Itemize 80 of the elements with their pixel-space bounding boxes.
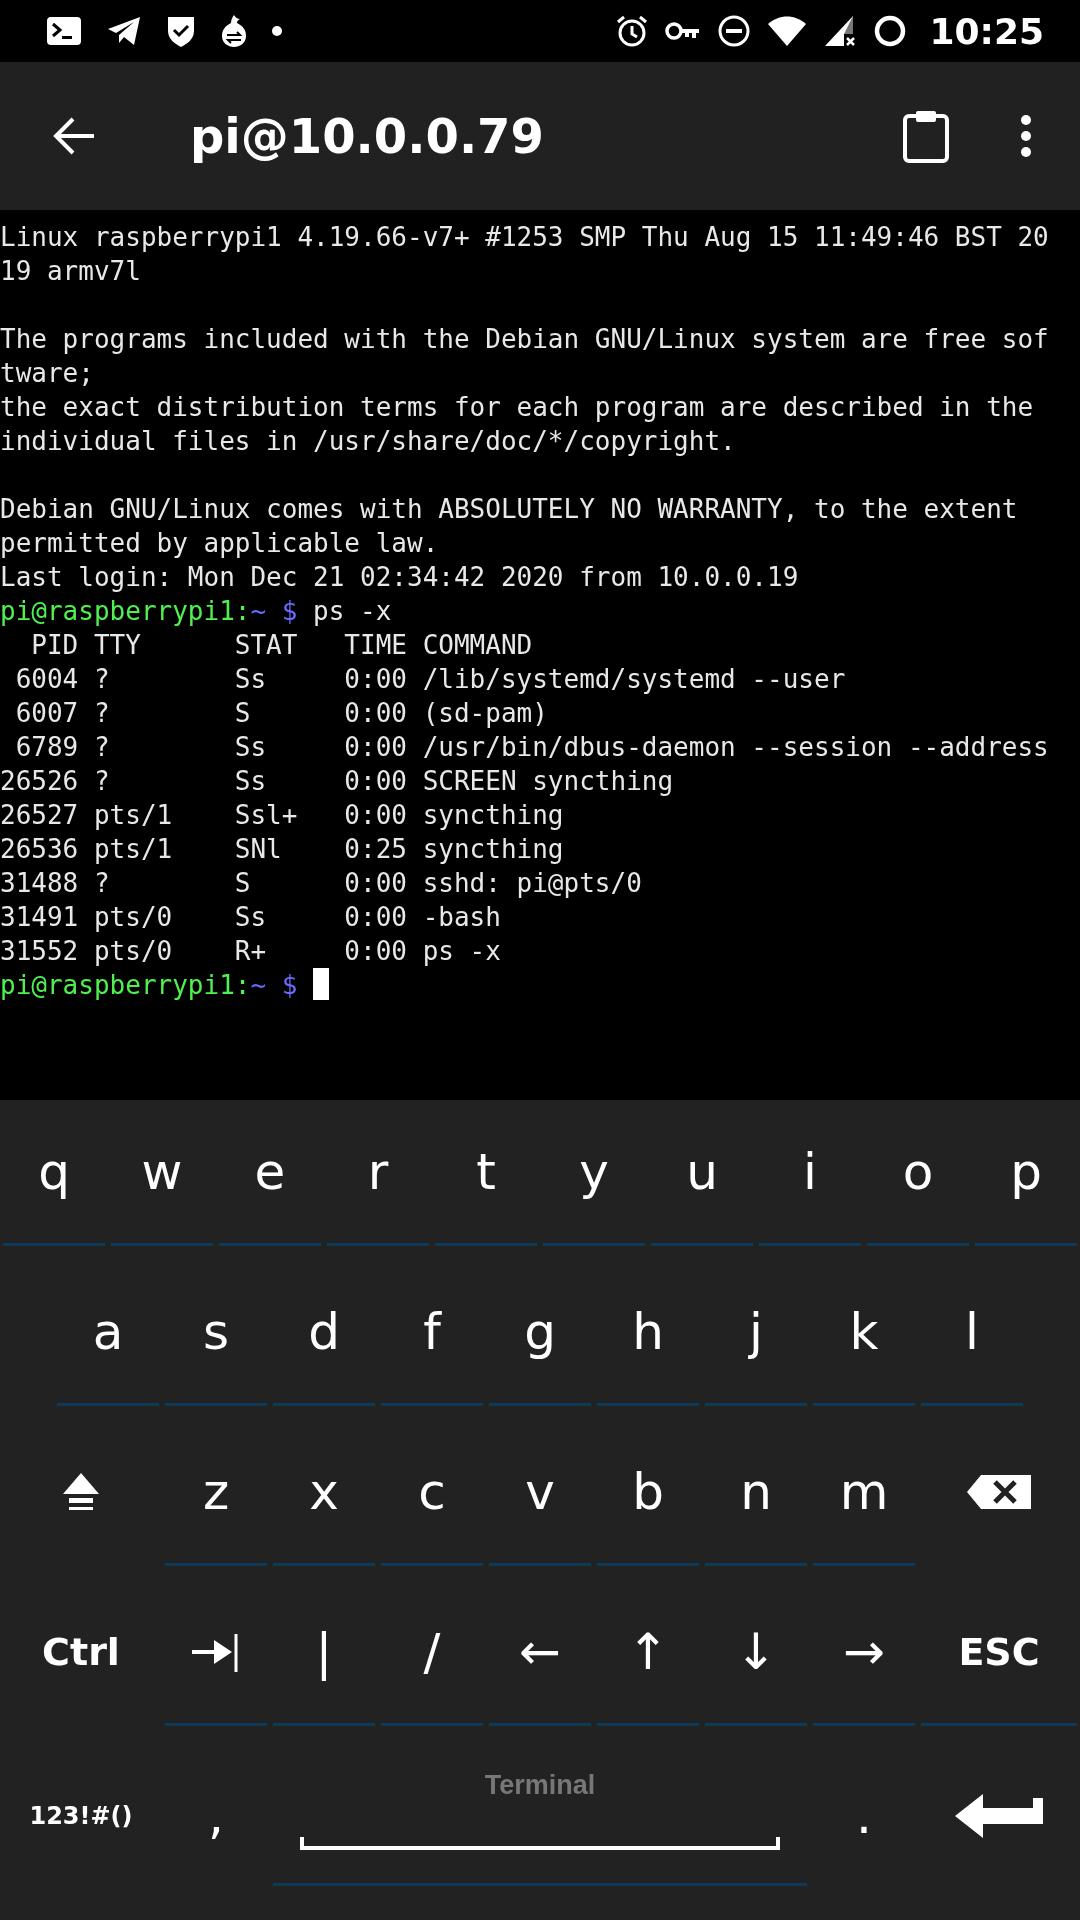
modifier-key[interactable]: ESC — [921, 1600, 1077, 1726]
key[interactable]: → — [813, 1600, 915, 1726]
key[interactable]: c — [381, 1440, 483, 1566]
key[interactable]: m — [813, 1440, 915, 1566]
key[interactable]: | — [273, 1600, 375, 1726]
key[interactable]: w — [111, 1120, 213, 1246]
key[interactable]: v — [489, 1440, 591, 1566]
prompt-host: pi@raspberrypi1: — [0, 970, 251, 1000]
key-icon — [665, 21, 702, 41]
key[interactable]: e — [219, 1120, 321, 1246]
key[interactable]: a — [57, 1280, 159, 1406]
key[interactable]: u — [651, 1120, 753, 1246]
terminal-line: 26526 ? Ss 0:00 SCREEN syncthing — [0, 765, 675, 798]
ring-icon — [873, 14, 908, 48]
key[interactable]: r — [327, 1120, 429, 1246]
onion-icon — [220, 13, 248, 49]
key[interactable]: t — [435, 1120, 537, 1246]
dot-icon — [272, 26, 282, 36]
terminal-line: 6004 ? Ss 0:00 /lib/systemd/systemd --user — [14, 663, 847, 696]
terminal-line: 31491 pts/0 Ss 0:00 -bash — [0, 901, 502, 934]
key[interactable]: j — [705, 1280, 807, 1406]
key[interactable]: ← — [489, 1600, 591, 1726]
key[interactable]: . — [813, 1760, 915, 1886]
modifier-key[interactable]: Ctrl — [3, 1600, 159, 1726]
more-menu-button[interactable] — [1020, 114, 1032, 158]
terminal-line: PID TTY STAT TIME COMMAND — [30, 629, 534, 662]
space-key[interactable]: Terminal — [273, 1760, 807, 1886]
terminal-line: Debian GNU/Linux comes with ABSOLUTELY NO WARRANTY, to the extent — [0, 493, 1019, 526]
terminal-line: 19 armv7l — [0, 255, 142, 288]
key[interactable]: l — [921, 1280, 1023, 1406]
key[interactable]: d — [273, 1280, 375, 1406]
terminal-line: Linux raspberrypi1 4.19.66-v7+ #1253 SMP Thu Aug 15 11:49:46 BST 20 — [0, 221, 1050, 254]
key[interactable]: ↓ — [705, 1600, 807, 1726]
key[interactable]: y — [543, 1120, 645, 1246]
terminal-icon — [46, 16, 82, 46]
terminal-line: the exact distribution terms for each program are described in the — [0, 391, 1035, 424]
space-bar-icon — [300, 1835, 780, 1851]
key[interactable]: s — [165, 1280, 267, 1406]
clipboard-button[interactable] — [902, 108, 950, 164]
key[interactable]: ↑ — [597, 1600, 699, 1726]
key[interactable]: g — [489, 1280, 591, 1406]
clock-time: 10:25 — [929, 10, 1044, 52]
terminal-line: 31488 ? S 0:00 sshd: pi@pts/0 — [0, 867, 643, 900]
prompt-host: pi@raspberrypi1: — [0, 596, 251, 626]
prompt-path: ~ $ — [250, 970, 298, 1000]
shield-check-icon — [166, 14, 196, 48]
modifier-key[interactable]: 123!#() — [3, 1760, 159, 1886]
key[interactable]: b — [597, 1440, 699, 1566]
alarm-icon — [615, 14, 650, 48]
terminal-line: 6007 ? S 0:00 (sd-pam) — [14, 697, 549, 730]
terminal-line: 26527 pts/1 Ssl+ 0:00 syncthing — [0, 799, 565, 832]
terminal-line: 26536 pts/1 SNl 0:25 syncthing — [0, 833, 565, 866]
terminal-line: The programs included with the Debian GNU/Linux system are free sof — [0, 323, 1050, 356]
terminal-line: tware; — [0, 357, 95, 390]
wifi-icon — [767, 15, 808, 47]
command-text: ps -x — [313, 596, 392, 626]
paper-plane-icon — [106, 15, 142, 47]
key[interactable]: f — [381, 1280, 483, 1406]
key[interactable]: n — [705, 1440, 807, 1566]
key[interactable]: k — [813, 1280, 915, 1406]
key[interactable]: q — [3, 1120, 105, 1246]
signal-icon — [823, 14, 858, 48]
terminal-line: permitted by applicable law. — [0, 527, 440, 560]
prompt-path: ~ $ — [250, 596, 298, 626]
window-title: pi@10.0.0.79 — [190, 108, 545, 164]
key[interactable]: x — [273, 1440, 375, 1566]
key[interactable]: o — [867, 1120, 969, 1246]
do-not-disturb-icon — [717, 14, 752, 48]
terminal-line: 31552 pts/0 R+ 0:00 ps -x — [0, 935, 502, 968]
key[interactable]: z — [165, 1440, 267, 1566]
key[interactable]: h — [597, 1280, 699, 1406]
backspace-icon — [965, 1472, 1033, 1511]
terminal-line: individual files in /usr/share/doc/*/copyright. — [0, 425, 737, 458]
key[interactable]: p — [975, 1120, 1077, 1246]
enter-icon — [953, 1791, 1045, 1840]
key[interactable]: , — [165, 1760, 267, 1886]
terminal-line: 6789 ? Ss 0:00 /usr/bin/dbus-daemon --session --address — [14, 731, 1050, 764]
key[interactable]: / — [381, 1600, 483, 1726]
key[interactable]: i — [759, 1120, 861, 1246]
terminal-line: Last login: Mon Dec 21 02:34:42 2020 from 10.0.0.19 — [0, 561, 800, 594]
